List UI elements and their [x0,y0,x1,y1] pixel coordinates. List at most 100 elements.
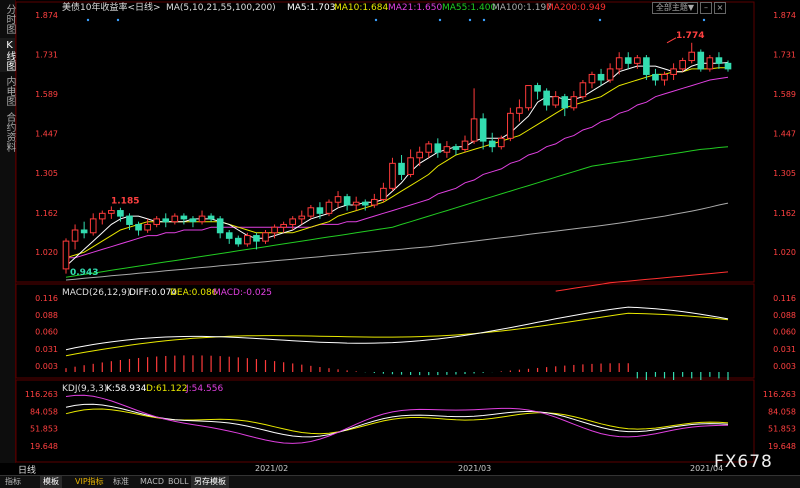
minimize-icon[interactable]: – [700,2,712,14]
candle-up [298,215,306,220]
candle-down [488,140,496,148]
candle-up [289,218,297,225]
chart-title: 美债10年收益率<日线> [62,1,161,13]
candle-up [271,226,278,234]
macd-panel-border [15,283,755,379]
macd-axis: 0.116 0.116 0.088 0.088 0.060 0.060 0.031 0.031… [35,294,796,371]
tab-template[interactable]: 模板 [40,476,62,488]
candle-up [325,201,333,214]
candle-down [207,215,215,220]
kdj-k: K:58.934 [106,384,147,394]
candle-up [497,137,505,148]
macd-axis-tick: 0.003 [773,362,796,371]
candle-up [334,196,342,203]
candle-down [180,215,188,220]
candle-down [597,73,605,81]
left-axis-tick: 1.162 [35,209,58,218]
right-axis-tick: 1.874 [773,11,796,20]
macd-lines [65,306,729,357]
close-icon[interactable]: × [714,2,726,14]
candle-up [62,240,70,270]
signal-dot [468,18,472,22]
candle-up [280,223,287,228]
candle-down [543,90,550,106]
candle-up [670,68,677,75]
kdj-j: J:54.556 [185,384,223,394]
candle-down [216,218,224,234]
kdj-params: KDJ(9,3,3) [62,384,107,394]
ma55-line [65,146,729,278]
macd-axis-tick: 0.031 [773,345,796,354]
left-price-axis: 1.874 1.731 1.589 1.447 1.305 1.162 1.020 [35,11,58,257]
tab-save-template[interactable]: 另存模板 [191,476,229,488]
candle-up [171,215,179,223]
candle-up [470,118,478,142]
right-axis-tick: 1.305 [773,169,796,178]
candle-down [724,62,732,70]
candlesticks [62,42,732,274]
kdj-j-line [65,394,729,444]
candle-down [561,96,569,109]
date-label-mar: 2021/03 [458,464,491,473]
macd-value: MACD:-0.025 [213,288,272,298]
tab-standard[interactable]: 标准 [110,476,132,488]
kdj-axis-tick: 51.853 [768,425,796,434]
candle-up [244,235,251,245]
low-price-label: 0.943 [70,268,98,278]
kdj-axis-tick: 19.648 [768,442,796,451]
macd-axis-tick-left: 0.031 [35,345,58,354]
candle-down [361,201,369,206]
main-panel-border [15,1,755,283]
kdj-k-line [65,403,729,438]
signal-dot [598,18,602,22]
ma21-value: MA21:1.650 [388,3,442,13]
candle-up [615,57,623,70]
candle-down [117,210,124,217]
candle-down [80,229,88,234]
candle-up [516,107,523,114]
price-markers: 1.774 1.185 0.943 [70,18,706,278]
candle-down [316,207,324,214]
ma200-value: MA200:0.949 [546,3,606,13]
candle-down [534,85,541,92]
candle-up [416,151,423,159]
candle-up [98,212,106,220]
signal-dot [438,18,442,22]
tab-vip-indicator[interactable]: VIP指标 [72,476,107,488]
candle-down [715,57,723,64]
candle-up [108,210,115,214]
ma100-value: MA100:1.197 [492,3,552,13]
mid-price-label: 1.185 [111,196,139,206]
candle-up [371,198,378,206]
signal-dot [482,18,486,22]
signal-dot [86,18,90,22]
kline-chart[interactable]: 美债10年收益率<日线> MA(5,10,21,55,100,200) MA5:… [0,0,800,475]
tab-boll[interactable]: BOLL [165,476,192,488]
template-dropdown[interactable]: 全部主题▼ [652,2,698,14]
candle-up [588,73,596,84]
tab-macd[interactable]: MACD [137,476,167,488]
candle-up [634,57,641,64]
high-price-label: 1.774 [676,31,704,41]
right-axis-tick: 1.731 [773,51,796,60]
candle-up [425,143,433,153]
kdj-d: D:61.122 [146,384,187,394]
macd-histogram [65,355,729,380]
tab-indicator[interactable]: 指标 [2,476,24,488]
candle-up [525,85,532,109]
candle-down [343,196,351,206]
kdj-axis-tick-left: 116.263 [25,390,58,399]
candle-up [461,140,469,150]
ma10-line [65,67,728,259]
candle-up [706,57,714,70]
macd-dea: DEA:0.086 [170,288,218,298]
fx678-watermark: FX678 [714,452,773,472]
signal-dot [702,18,706,22]
bottom-toolbar: 指标 模板 VIP指标 标准 MACD BOLL 另存模板 [0,475,800,488]
right-axis-tick: 1.162 [773,209,796,218]
macd-axis-tick-left: 0.060 [35,328,58,337]
candle-down [234,237,242,245]
candle-up [262,232,269,242]
candle-down [135,223,142,231]
macd-axis-tick-left: 0.116 [35,294,58,303]
